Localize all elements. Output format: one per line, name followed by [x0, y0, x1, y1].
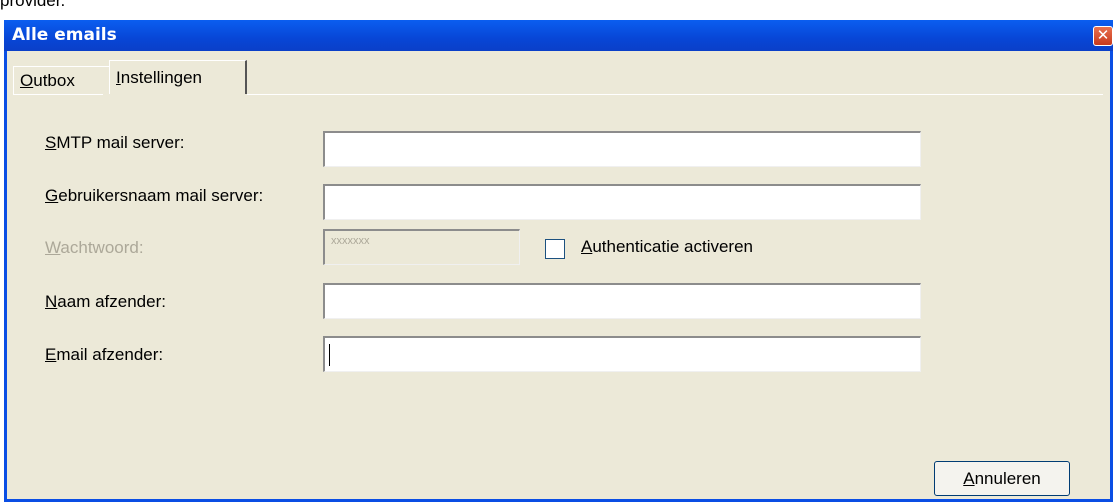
username-input[interactable]: [323, 184, 921, 220]
smtp-server-input[interactable]: [323, 131, 921, 167]
username-label: Gebruikersnaam mail server:: [45, 186, 264, 205]
cancel-button[interactable]: Annuleren: [934, 461, 1070, 496]
window-title: Alle emails: [12, 25, 117, 45]
smtp-server-label: SMTP mail server:: [45, 133, 185, 152]
title-bar[interactable]: Alle emails ✕: [4, 20, 1113, 51]
close-icon[interactable]: ✕: [1093, 26, 1113, 46]
sender-name-input[interactable]: [323, 283, 921, 319]
tab-instellingen[interactable]: Instellingen: [109, 60, 247, 94]
tab-divider: [247, 94, 1103, 95]
dialog-window: Alle emails ✕ Outbox Instellingen SMTP m…: [4, 20, 1113, 502]
tab-divider: [13, 94, 103, 95]
sender-email-input[interactable]: [323, 336, 921, 372]
tab-outbox[interactable]: Outbox: [13, 66, 109, 94]
sender-name-label: Naam afzender:: [45, 292, 166, 311]
dialog-body: Outbox Instellingen SMTP mail server: Ge…: [7, 51, 1110, 499]
background-text: provider.: [0, 0, 66, 10]
auth-checkbox[interactable]: [545, 239, 565, 259]
password-label: Wachtwoord:: [45, 238, 144, 257]
text-caret: [329, 344, 330, 366]
password-input[interactable]: xxxxxxx: [323, 229, 520, 265]
auth-checkbox-label[interactable]: Authenticatie activeren: [581, 237, 753, 257]
sender-email-label: Email afzender:: [45, 345, 164, 364]
